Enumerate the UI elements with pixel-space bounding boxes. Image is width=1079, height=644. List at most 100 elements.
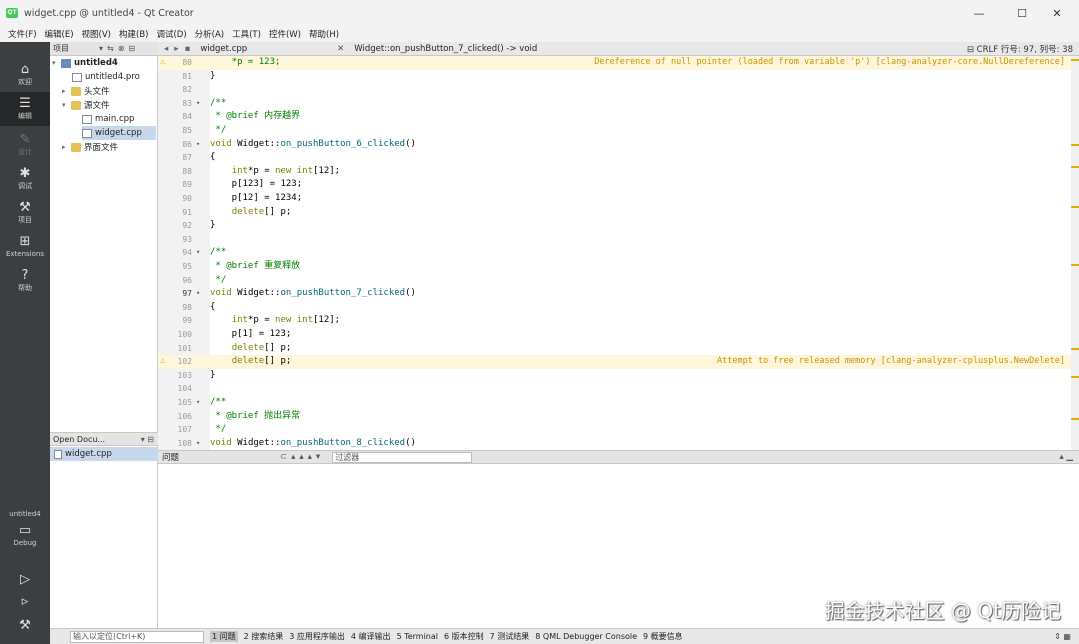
debug-run-button[interactable]: ▹: [0, 592, 50, 612]
mode-extensions[interactable]: ⊞ Extensions: [0, 230, 50, 264]
code-line[interactable]: 99 int*p = new int[12];: [158, 314, 1079, 328]
editor-scrollbar[interactable]: [1071, 56, 1079, 450]
minimize-button[interactable]: —: [957, 0, 1001, 26]
document-combo[interactable]: widget.cpp: [200, 44, 247, 54]
issues-filter-input[interactable]: 过滤器: [332, 451, 473, 463]
code-line[interactable]: 91 delete[] p;: [158, 206, 1079, 220]
code-line[interactable]: 107 */: [158, 423, 1079, 437]
split-icon[interactable]: ⊟: [967, 45, 974, 55]
encoding-label[interactable]: CRLF: [977, 45, 998, 55]
code-line[interactable]: 81}: [158, 70, 1079, 84]
pane-issues[interactable]: 1 问题: [210, 631, 238, 642]
menu-window[interactable]: 控件(W): [265, 28, 305, 40]
pane-search-results[interactable]: 2 搜索结果: [244, 631, 284, 642]
warning-icon[interactable]: ⚠: [160, 56, 165, 70]
code-editor[interactable]: ⚠ 80 *p = 123; Dereference of null pointer…: [158, 56, 1079, 450]
tree-item-headers[interactable]: ▸ 头文件: [62, 84, 110, 98]
tree-item-widget[interactable]: widget.cpp: [82, 126, 156, 140]
close-button[interactable]: ✕: [1035, 0, 1079, 26]
mode-projects[interactable]: ⚒ 项目: [0, 196, 50, 230]
code-line[interactable]: 93: [158, 233, 1079, 247]
mode-edit[interactable]: ☰ 编辑: [0, 92, 50, 126]
fold-marker-icon[interactable]: ▾: [196, 138, 200, 152]
analyzer-warning-annotation[interactable]: Dereference of null pointer (loaded from…: [594, 56, 1065, 70]
fold-marker-icon[interactable]: ▾: [196, 287, 200, 301]
tree-item-main[interactable]: main.cpp: [82, 112, 134, 126]
pane-qml-debugger[interactable]: 8 QML Debugger Console: [535, 632, 637, 641]
code-line[interactable]: 97 ▾ void Widget::on_pushButton_7_clicked(…: [158, 287, 1079, 301]
pane-test-results[interactable]: 7 测试结果: [490, 631, 530, 642]
code-line[interactable]: 84 * @brief 内存越界: [158, 110, 1079, 124]
code-line[interactable]: 90 p[12] = 1234;: [158, 192, 1079, 206]
mode-welcome[interactable]: ⌂ 欢迎: [0, 58, 50, 92]
menu-edit[interactable]: 编辑(E): [41, 28, 78, 40]
link-icon[interactable]: ⊗: [118, 44, 125, 53]
menu-file[interactable]: 文件(F): [4, 28, 41, 40]
fold-marker-icon[interactable]: ▾: [196, 437, 200, 450]
warning-icon[interactable]: ⚠: [160, 355, 165, 369]
tree-item-project[interactable]: ▾ untitled4: [52, 56, 118, 70]
open-document-item[interactable]: widget.cpp: [50, 447, 158, 461]
menu-help[interactable]: 帮助(H): [305, 28, 343, 40]
code-line[interactable]: 92}: [158, 219, 1079, 233]
code-line[interactable]: 86 ▾ void Widget::on_pushButton_6_clicked(…: [158, 138, 1079, 152]
code-line[interactable]: 88 int*p = new int[12];: [158, 165, 1079, 179]
close-document-icon[interactable]: ✕: [337, 44, 344, 54]
split-icon[interactable]: ⊟: [128, 44, 135, 53]
pane-version-control[interactable]: 6 版本控制: [444, 631, 484, 642]
tree-item-pro-file[interactable]: untitled4.pro: [72, 70, 140, 84]
code-line[interactable]: 94 ▾ /**: [158, 246, 1079, 260]
close-icon[interactable]: ▾ ⊟: [141, 435, 154, 444]
code-line[interactable]: 100 p[1] = 123;: [158, 328, 1079, 342]
chevron-right-icon[interactable]: ▸: [62, 143, 71, 151]
back-icon[interactable]: ◂: [164, 44, 168, 54]
pane-app-output[interactable]: 3 应用程序输出: [289, 631, 345, 642]
code-line[interactable]: ⚠ 80 *p = 123; Dereference of null pointer…: [158, 56, 1079, 70]
sync-icon[interactable]: ⇆: [107, 44, 114, 53]
cursor-position[interactable]: 行号: 97, 列号: 38: [1001, 45, 1073, 55]
code-line[interactable]: 106 * @brief 抛出异常: [158, 410, 1079, 424]
pane-summary[interactable]: 9 概要信息: [643, 631, 683, 642]
code-line[interactable]: 108 ▾ void Widget::on_pushButton_8_clicked…: [158, 437, 1079, 450]
analyzer-warning-annotation[interactable]: Attempt to free released memory [clang-a…: [717, 355, 1065, 369]
code-line[interactable]: ⚠ 102 delete[] p; Attempt to free released…: [158, 355, 1079, 369]
code-line[interactable]: 89 p[123] = 123;: [158, 178, 1079, 192]
filter-toolbar-icons[interactable]: ⊂▴▴▴▾: [280, 452, 324, 462]
pane-terminal[interactable]: 5 Terminal: [397, 632, 438, 641]
pane-compile-output[interactable]: 4 编译输出: [351, 631, 391, 642]
menu-tools[interactable]: 工具(T): [228, 28, 265, 40]
mode-design[interactable]: ✎ 设计: [0, 128, 50, 162]
build-button[interactable]: ⚒: [0, 616, 50, 636]
tree-item-sources[interactable]: ▾ 源文件: [62, 98, 110, 112]
code-line[interactable]: 96 */: [158, 274, 1079, 288]
run-button[interactable]: ▷: [0, 570, 50, 590]
chevron-right-icon[interactable]: ▸: [62, 87, 71, 95]
mode-debug[interactable]: ✱ 调试: [0, 162, 50, 196]
chevron-down-icon[interactable]: ▾: [52, 59, 61, 67]
code-line[interactable]: 105 ▾ /**: [158, 396, 1079, 410]
code-line[interactable]: 85 */: [158, 124, 1079, 138]
menu-analyze[interactable]: 分析(A): [191, 28, 228, 40]
code-line[interactable]: 104: [158, 382, 1079, 396]
code-line[interactable]: 103}: [158, 369, 1079, 383]
code-line[interactable]: 83 ▾ /**: [158, 97, 1079, 111]
code-line[interactable]: 101 delete[] p;: [158, 342, 1079, 356]
function-combo[interactable]: Widget::on_pushButton_7_clicked() -> voi…: [354, 44, 537, 54]
menu-build[interactable]: 构建(B): [115, 28, 152, 40]
chevron-down-icon[interactable]: ▾: [62, 101, 71, 109]
tree-item-forms[interactable]: ▸ 界面文件: [62, 140, 118, 154]
kit-selector[interactable]: untitled4 ▭ Debug: [0, 506, 50, 552]
menu-debug[interactable]: 调试(D): [152, 28, 190, 40]
locator-input[interactable]: 输入以定位(Ctrl+K): [70, 630, 204, 643]
code-line[interactable]: 87 {: [158, 151, 1079, 165]
project-view-combo[interactable]: 项目: [53, 43, 95, 54]
fold-marker-icon[interactable]: ▾: [196, 97, 200, 111]
fold-marker-icon[interactable]: ▾: [196, 246, 200, 260]
code-line[interactable]: 98 {: [158, 301, 1079, 315]
code-line[interactable]: 82: [158, 83, 1079, 97]
mode-help[interactable]: ? 帮助: [0, 264, 50, 298]
fold-marker-icon[interactable]: ▾: [196, 396, 200, 410]
filter-icon[interactable]: ▾: [99, 44, 103, 53]
menu-view[interactable]: 视图(V): [78, 28, 115, 40]
forward-icon[interactable]: ▸: [174, 44, 178, 54]
